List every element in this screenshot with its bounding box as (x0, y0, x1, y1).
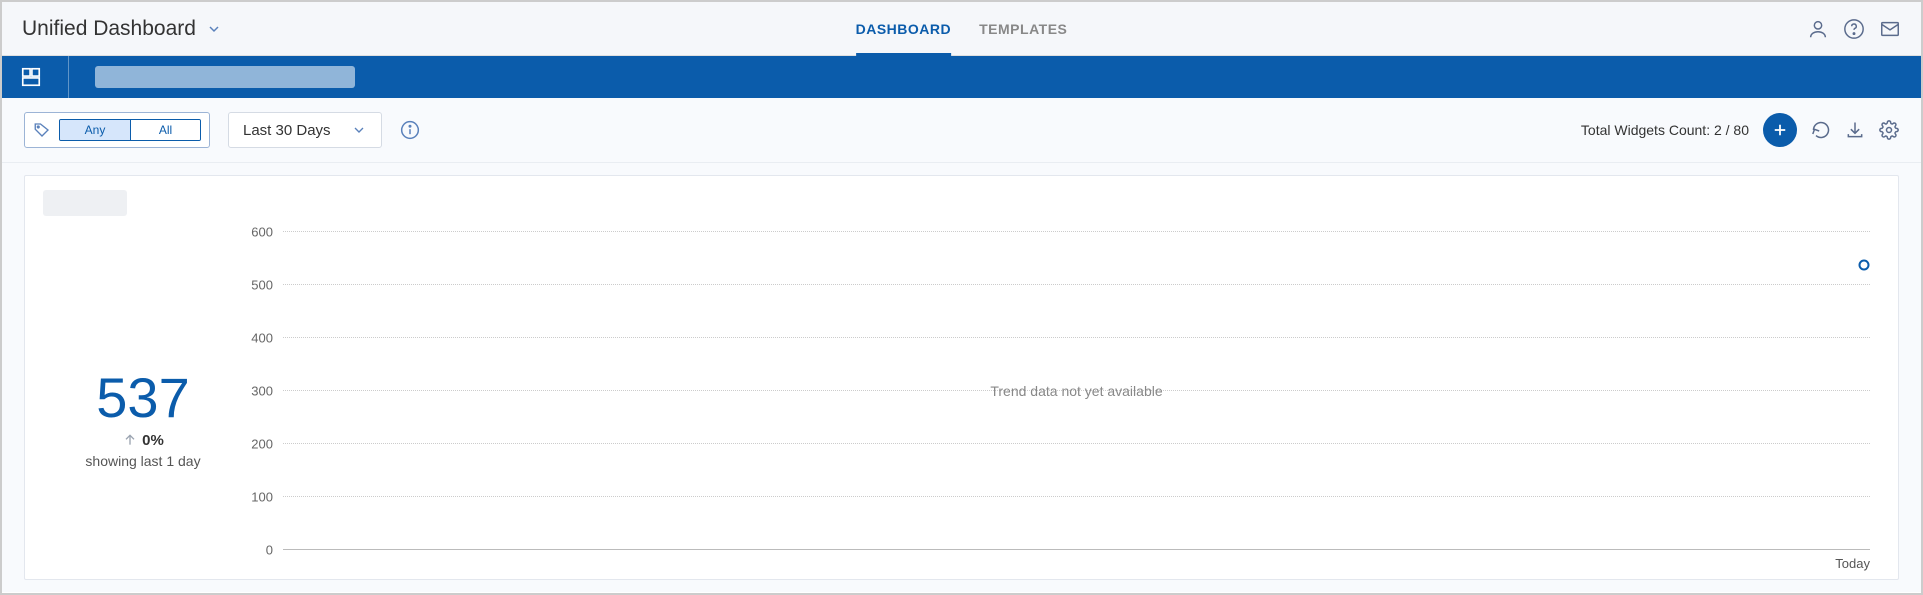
tab-templates[interactable]: TEMPLATES (979, 2, 1067, 56)
tag-filter[interactable]: Any All (24, 112, 210, 148)
add-widget-button[interactable] (1763, 113, 1797, 147)
refresh-icon[interactable] (1811, 120, 1831, 140)
toggle-any[interactable]: Any (60, 120, 130, 140)
mail-icon[interactable] (1879, 18, 1901, 40)
xaxis-label-today: Today (1835, 556, 1870, 571)
widget-area: 537 0% showing last 1 day 600 500 400 30… (2, 163, 1921, 592)
tag-toggle-group: Any All (59, 119, 201, 141)
widget-card: 537 0% showing last 1 day 600 500 400 30… (24, 175, 1899, 580)
help-icon[interactable] (1843, 18, 1865, 40)
top-right-icons (1807, 18, 1901, 40)
tick-label: 300 (251, 384, 283, 399)
gear-icon[interactable] (1879, 120, 1899, 140)
layout-icon[interactable] (20, 66, 42, 88)
summary-value: 537 (96, 365, 189, 430)
chevron-down-icon (206, 21, 222, 37)
app-title: Unified Dashboard (22, 17, 196, 41)
top-header: Unified Dashboard DASHBOARD TEMPLATES (2, 2, 1921, 56)
widget-count: Total Widgets Count: 2 / 80 (1581, 122, 1749, 138)
xaxis-labels: Today (283, 550, 1870, 571)
trend-value: 0% (142, 432, 164, 449)
divider (68, 56, 69, 98)
app-title-dropdown[interactable]: Unified Dashboard (22, 17, 222, 41)
tick-label: 400 (251, 331, 283, 346)
date-range-select[interactable]: Last 30 Days (228, 112, 382, 148)
tick-label: 500 (251, 278, 283, 293)
sub-header (2, 56, 1921, 98)
chart-message: Trend data not yet available (990, 383, 1162, 399)
top-tabs: DASHBOARD TEMPLATES (856, 2, 1068, 56)
user-icon[interactable] (1807, 18, 1829, 40)
toggle-all[interactable]: All (130, 120, 200, 140)
chart: 600 500 400 300 200 100 0 Trend data not… (243, 232, 1880, 571)
data-point (1859, 260, 1870, 271)
tab-dashboard[interactable]: DASHBOARD (856, 2, 952, 56)
tag-icon (33, 121, 51, 139)
tick-label: 200 (251, 437, 283, 452)
dashboard-name-placeholder (95, 66, 355, 88)
arrow-up-icon (122, 432, 138, 448)
plus-icon (1771, 121, 1789, 139)
tick-label: 100 (251, 490, 283, 505)
summary-col: 537 0% showing last 1 day (43, 232, 243, 571)
widget-body: 537 0% showing last 1 day 600 500 400 30… (43, 232, 1880, 571)
widget-title-placeholder (43, 190, 127, 216)
tick-label: 0 (266, 543, 283, 558)
toolbar-right: Total Widgets Count: 2 / 80 (1581, 113, 1899, 147)
tick-label: 600 (251, 225, 283, 240)
date-range-label: Last 30 Days (243, 122, 331, 139)
chart-plot: 600 500 400 300 200 100 0 Trend data not… (283, 232, 1870, 550)
download-icon[interactable] (1845, 120, 1865, 140)
toolbar: Any All Last 30 Days Total Widgets Count… (2, 98, 1921, 163)
trend-row: 0% (122, 432, 164, 449)
chevron-down-icon (351, 122, 367, 138)
showing-text: showing last 1 day (85, 453, 200, 469)
info-icon[interactable] (400, 120, 420, 140)
